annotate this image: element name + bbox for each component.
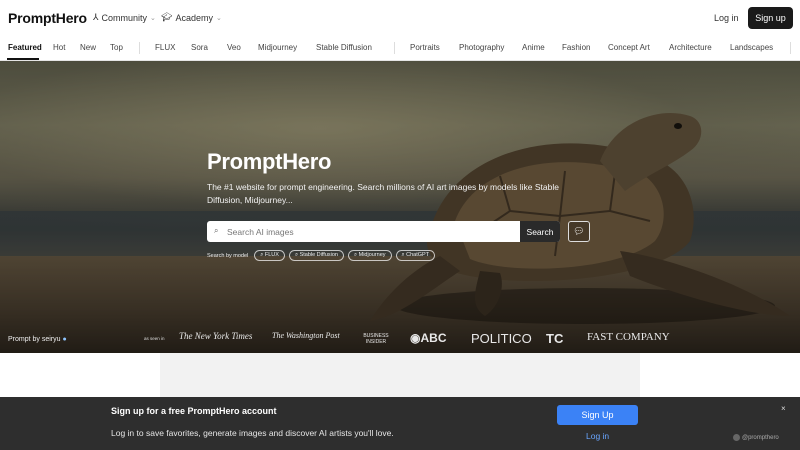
tab-photography[interactable]: Photography — [459, 43, 504, 52]
banner-login-link[interactable]: Log in — [586, 431, 609, 441]
tab-architecture[interactable]: Architecture — [669, 43, 712, 52]
model-chip-label: FLUX — [264, 252, 279, 258]
hero-section: PromptHero The #1 website for prompt eng… — [0, 61, 800, 353]
search-by-model-label: Search by model — [207, 252, 249, 259]
tab-flux[interactable]: FLUX — [155, 43, 175, 52]
model-chip-midjourney[interactable]: ⌕ Midjourney — [348, 250, 392, 261]
close-icon[interactable]: × — [781, 404, 786, 413]
press-logo-abc-text: ABC — [420, 331, 447, 345]
site-logo[interactable]: PromptHero — [8, 10, 87, 26]
chevron-down-icon: ⌄ — [150, 14, 156, 22]
tab-anime[interactable]: Anime — [522, 43, 545, 52]
tab-veo[interactable]: Veo — [227, 43, 241, 52]
hero-title: PromptHero — [207, 149, 332, 174]
model-chip-stable-diffusion[interactable]: ⌕ Stable Diffusion — [288, 250, 344, 261]
search-icon: ⌕ — [214, 226, 219, 235]
tab-concept-art[interactable]: Concept Art — [608, 43, 650, 52]
search-by-model-row: Search by model ⌕ FLUX ⌕ Stable Diffusio… — [207, 250, 436, 261]
login-link[interactable]: Log in — [714, 13, 739, 23]
hero-subtitle: The #1 website for prompt engineering. S… — [207, 182, 559, 205]
category-tabs: Featured Hot New Top FLUX Sora Veo Midjo… — [0, 36, 800, 61]
press-logo-techcrunch: TC — [546, 331, 564, 346]
content-placeholder — [160, 353, 640, 398]
chat-bubbles-icon: 💬︎ — [573, 226, 585, 236]
as-seen-in-label: as seen in — [144, 336, 165, 341]
search-input[interactable] — [227, 223, 517, 240]
tab-top[interactable]: Top — [110, 43, 123, 52]
banner-title: Sign up for a free PromptHero account — [111, 406, 277, 416]
signup-banner: Sign up for a free PromptHero account Lo… — [0, 397, 800, 450]
verified-badge-icon: ● — [62, 336, 67, 343]
top-header: PromptHero ⅄ Community ⌄ 🎓︎ Academy ⌄ Lo… — [0, 0, 800, 36]
image-attribution: @prompthero — [733, 434, 779, 441]
tab-landscapes[interactable]: Landscapes — [730, 43, 773, 52]
press-logo-business-insider: BUSINESS INSIDER — [363, 333, 389, 345]
tab-stable-diffusion[interactable]: Stable Diffusion — [316, 43, 372, 52]
tab-fashion[interactable]: Fashion — [562, 43, 590, 52]
avatar — [733, 434, 740, 441]
tab-midjourney[interactable]: Midjourney — [258, 43, 297, 52]
model-chip-label: Midjourney — [358, 252, 386, 258]
academy-label: Academy — [175, 12, 213, 23]
tab-featured[interactable]: Featured — [8, 43, 42, 52]
abc-mark-icon: ◉ — [410, 331, 421, 345]
tab-hot[interactable]: Hot — [53, 43, 65, 52]
tab-divider — [790, 42, 791, 54]
model-chip-chatgpt[interactable]: ⌕ ChatGPT — [395, 250, 436, 261]
model-chip-label: Stable Diffusion — [299, 252, 338, 258]
search-bar: ⌕ Search — [207, 221, 560, 242]
chevron-down-icon: ⌄ — [215, 14, 222, 22]
community-icon: ⅄ — [93, 12, 99, 22]
active-tab-indicator — [7, 58, 39, 60]
attribution-text: @prompthero — [742, 434, 779, 441]
press-logo-nyt: The New York Times — [179, 331, 253, 341]
hero-overlay — [0, 61, 800, 353]
tab-sora[interactable]: Sora — [191, 43, 208, 52]
press-logo-wapo: The Washington Post — [272, 331, 340, 340]
tab-divider — [394, 42, 395, 54]
banner-signup-button[interactable]: Sign Up — [557, 405, 638, 425]
community-dropdown[interactable]: ⅄ Community ⌄ — [93, 12, 156, 23]
press-logo-abc: ◉ABC — [410, 331, 446, 345]
prompt-credit[interactable]: Prompt by seiryu ● — [8, 336, 67, 343]
model-chip-flux[interactable]: ⌕ FLUX — [254, 250, 285, 261]
press-logo-fast-company: FAST COMPANY — [587, 331, 670, 343]
graduation-cap-icon: 🎓︎ — [161, 12, 173, 22]
banner-text: Log in to save favorites, generate image… — [111, 428, 394, 438]
tab-divider — [139, 42, 140, 54]
press-logo-politico: POLITICO — [471, 331, 532, 346]
model-chip-label: ChatGPT — [406, 252, 430, 258]
academy-dropdown[interactable]: 🎓︎ Academy ⌄ — [161, 12, 222, 23]
signup-button[interactable]: Sign up — [748, 7, 793, 29]
chat-search-button[interactable]: 💬︎ — [568, 221, 590, 242]
community-label: Community — [101, 12, 148, 23]
search-button[interactable]: Search — [520, 221, 560, 242]
tab-new[interactable]: New — [80, 43, 96, 52]
tab-portraits[interactable]: Portraits — [410, 43, 440, 52]
prompt-credit-text: Prompt by seiryu — [8, 336, 61, 343]
